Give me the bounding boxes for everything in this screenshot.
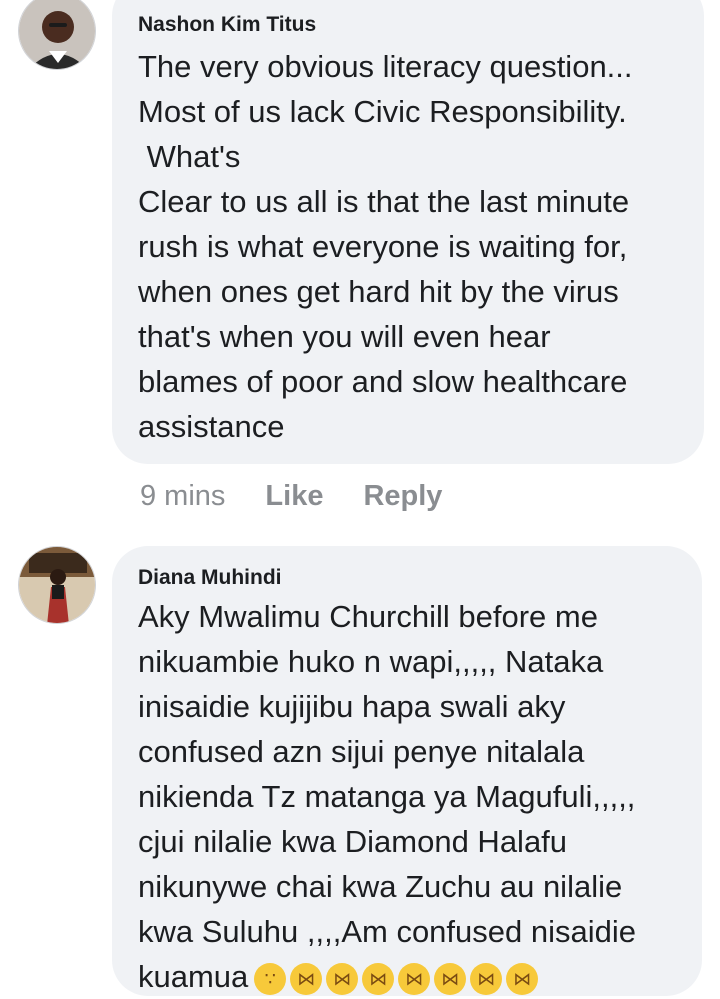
comment-actions-nashon: 9 mins Like Reply	[140, 480, 482, 513]
like-button[interactable]: Like	[265, 480, 323, 513]
comment-author[interactable]: Nashon Kim Titus	[138, 13, 316, 37]
grinning-squinting-face-icon: ⋈	[362, 962, 395, 995]
user-photo-icon	[19, 0, 95, 69]
comment-text-content: Aky Mwalimu Churchill before me nikuambi…	[138, 599, 636, 994]
avatar-diana[interactable]	[18, 546, 96, 624]
reply-button[interactable]: Reply	[363, 480, 442, 513]
comment-text: Aky Mwalimu Churchill before me nikuambi…	[138, 594, 688, 999]
rolling-on-floor-laughing-icon: ⋈	[470, 962, 503, 995]
grinning-squinting-face-icon: ⋈	[326, 962, 359, 995]
comment-bubble-diana: Diana Muhindi Aky Mwalimu Churchill befo…	[112, 546, 702, 996]
face-with-tears-of-joy-icon: ⋈	[506, 962, 539, 995]
grinning-squinting-face-icon: ⋈	[290, 962, 323, 995]
emoji-row: ∵ ⋈ ⋈ ⋈ ⋈ ⋈ ⋈ ⋈	[254, 962, 539, 995]
comment-author[interactable]: Diana Muhindi	[138, 566, 282, 590]
comment-timestamp[interactable]: 9 mins	[140, 480, 225, 513]
avatar-nashon[interactable]	[18, 0, 96, 70]
rolling-on-floor-laughing-icon: ⋈	[434, 962, 467, 995]
thinking-face-icon: ∵	[254, 962, 287, 995]
face-with-tears-of-joy-icon: ⋈	[398, 962, 431, 995]
comment-text: The very obvious literacy question... Mo…	[138, 49, 633, 444]
comment-bubble-nashon: Nashon Kim Titus The very obvious litera…	[112, 0, 704, 464]
user-photo-icon	[19, 547, 95, 623]
